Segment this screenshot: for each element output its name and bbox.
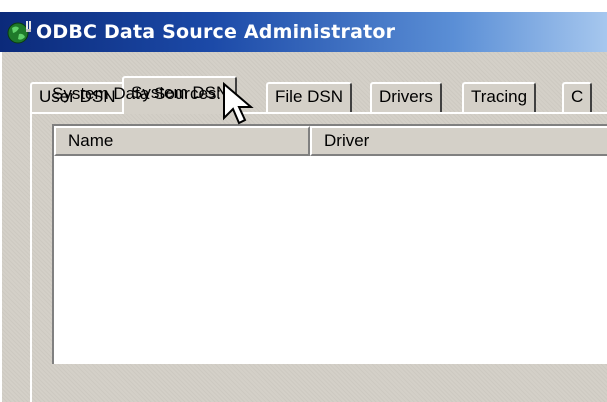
mouse-pointer-icon: [223, 82, 254, 125]
tab-drivers[interactable]: Drivers: [370, 82, 442, 112]
tab-file-dsn[interactable]: File DSN: [266, 82, 353, 112]
system-data-sources-label: System Data Sources:: [52, 84, 222, 103]
column-header-driver[interactable]: Driver: [310, 126, 607, 156]
tab-connection-pooling[interactable]: C: [562, 82, 593, 112]
title-bar[interactable]: ODBC Data Source Administrator: [0, 12, 607, 52]
list-header: Name Driver: [54, 126, 607, 156]
odbc-globe-icon: [7, 21, 31, 44]
odbc-dialog-window: ODBC Data Source Administrator User DSN …: [0, 0, 607, 402]
system-data-sources-list[interactable]: Name Driver: [52, 124, 607, 364]
tab-tracing[interactable]: Tracing: [462, 82, 537, 112]
window-title: ODBC Data Source Administrator: [36, 21, 396, 43]
desktop-background: [0, 0, 607, 12]
column-header-name[interactable]: Name: [54, 126, 310, 156]
